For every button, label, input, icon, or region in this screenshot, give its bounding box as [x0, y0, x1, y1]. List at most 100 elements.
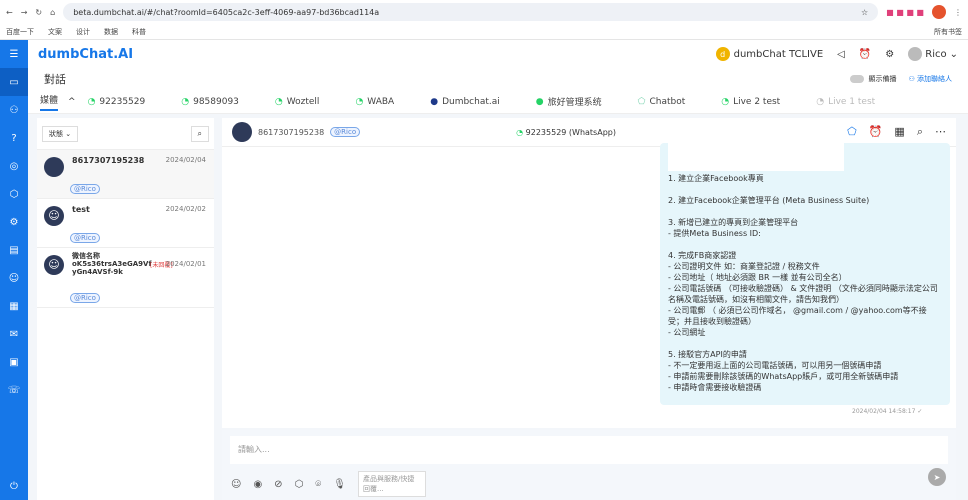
tab-travel-system[interactable]: ● 旅好管理系统 — [536, 95, 602, 109]
address-bar[interactable]: beta.dumbchat.ai/#/chat?roomId=6405ca2c-… — [63, 3, 879, 21]
tab-dumbchat[interactable]: ● Dumbchat.ai — [430, 97, 500, 107]
url-text: beta.dumbchat.ai/#/chat?roomId=6405ca2c-… — [73, 7, 380, 17]
message-input[interactable]: 請輸入... — [230, 436, 948, 464]
tab-media[interactable]: 媒體 — [40, 93, 59, 111]
list-item[interactable]: ☺ 微信名称 oK5s36trsA3eGA9Vf yGn4AVSf-9k [未回… — [37, 248, 214, 308]
contacts-icon[interactable]: ⚇ — [0, 96, 28, 124]
agent-tag: @Rico — [330, 127, 361, 137]
facebook-icon: ● — [430, 96, 439, 107]
tab-92235529[interactable]: ◔ 92235529 — [88, 97, 146, 107]
bookmark[interactable]: 文案 — [48, 27, 62, 37]
collapse-icon[interactable]: ^ — [68, 97, 76, 107]
announcement-icon[interactable]: ◁ — [837, 49, 845, 60]
date: 2024/02/02 — [165, 205, 206, 213]
agent-tag: @Rico — [70, 184, 100, 194]
tab-label: WABA — [367, 96, 395, 107]
mail-icon[interactable]: ✉ — [0, 320, 28, 348]
tab-live-2-test[interactable]: ◔ Live 2 test — [721, 97, 780, 107]
add-contact-button[interactable]: ⚇ 添加聯絡人 — [908, 74, 952, 84]
tab-waba[interactable]: ◔ WABA — [355, 97, 394, 107]
phone-icon[interactable]: ☏ — [0, 376, 28, 404]
tab-label: Live 2 test — [733, 96, 781, 107]
bot-icon: ⬠ — [637, 96, 646, 107]
tab-woztell[interactable]: ◔ Woztell — [275, 97, 320, 107]
message-image[interactable] — [668, 143, 844, 171]
workspace-selector[interactable]: d dumbChat TCLIVE — [715, 47, 824, 61]
toggle-switch[interactable] — [850, 75, 865, 83]
agent-tag: @Rico — [70, 293, 100, 303]
message-icon[interactable]: ◎ — [0, 152, 28, 180]
composer: 請輸入... ☺ ◉ ⊘ ⬡ ⌾ 🎙 產品與服務/快捷回覆... ➤ — [222, 430, 956, 500]
whatsapp-icon: ◔ — [87, 96, 96, 107]
bookmarks-bar: 百度一下 文案 设计 数据 科普 所有书签 — [0, 24, 968, 40]
grid-icon[interactable]: ▦ — [0, 292, 28, 320]
microphone-icon[interactable]: 🎙 — [333, 479, 346, 490]
box-icon[interactable]: ⬡ — [0, 180, 28, 208]
tab-label: 98589093 — [193, 96, 239, 107]
date: 2024/02/01 — [165, 260, 206, 268]
logout-icon[interactable]: ⏻ — [0, 472, 28, 500]
reload-icon[interactable]: ↻ — [35, 8, 42, 17]
help-icon[interactable]: ? — [0, 124, 28, 152]
message-text: 1. 建立企業Facebook專頁 2. 建立Facebook企業管理平台 (M… — [668, 174, 938, 392]
bookmark[interactable]: 科普 — [132, 27, 146, 37]
forward-icon[interactable]: → — [21, 8, 28, 17]
location-icon[interactable]: ⌾ — [315, 479, 321, 490]
quick-reply-icon[interactable]: ◉ — [253, 479, 262, 490]
contact-name: 8617307195238 — [258, 127, 325, 137]
alarm-icon[interactable]: ⏰ — [869, 125, 883, 139]
bot-icon[interactable]: ⬠ — [847, 125, 857, 139]
bookmark[interactable]: 设计 — [76, 27, 90, 37]
tab-chatbot[interactable]: ⬠ Chatbot — [638, 97, 686, 107]
user-icon[interactable]: ☺ — [0, 264, 28, 292]
whatsapp-icon: ◔ — [355, 96, 364, 107]
gear-icon[interactable]: ⚙ — [885, 49, 894, 60]
bookmark[interactable]: 数据 — [104, 27, 118, 37]
page-title: 對話 — [44, 73, 66, 86]
search-button[interactable]: ⌕ — [190, 125, 209, 142]
calendar-icon[interactable]: ▦ — [894, 125, 904, 139]
add-contact-label: 添加聯絡人 — [917, 75, 952, 83]
settings-icon[interactable]: ⚙ — [0, 208, 28, 236]
message-bubble: 1. 建立企業Facebook專頁 2. 建立Facebook企業管理平台 (M… — [660, 143, 950, 405]
tab-live-1-test[interactable]: ◔ Live 1 test — [816, 97, 875, 107]
home-icon[interactable]: ⌂ — [50, 8, 55, 17]
contact-name: test — [72, 205, 90, 214]
search-icon[interactable]: ⌕ — [917, 125, 923, 139]
tab-label: 媒體 — [40, 95, 59, 106]
list-item[interactable]: ☺ test 2024/02/02 @Rico — [37, 199, 214, 248]
bookmark[interactable]: 百度一下 — [6, 27, 34, 37]
channel-text: 92235529 (WhatsApp) — [525, 127, 616, 137]
whatsapp-icon: ◔ — [274, 96, 283, 107]
tab-98589093[interactable]: ◔ 98589093 — [181, 97, 239, 107]
more-icon[interactable]: ⋯ — [935, 125, 946, 139]
attachment-icon[interactable]: ⊘ — [274, 479, 282, 490]
tab-label: Live 1 test — [828, 96, 876, 107]
chat-icon[interactable]: ▭ — [0, 68, 28, 96]
broadcast-icon[interactable]: ▤ — [0, 236, 28, 264]
alarm-icon[interactable]: ⏰ — [859, 49, 871, 60]
channel-tabs: 媒體 ^ ◔ 92235529 ◔ 98589093 ◔ Woztell ◔ WABA … — [28, 90, 968, 114]
date: 2024/02/04 — [165, 156, 206, 164]
tab-label: Dumbchat.ai — [442, 96, 500, 107]
user-menu[interactable]: Rico ⌄ — [908, 47, 958, 61]
extensions-icon[interactable]: ■ ■ ■ ■ — [886, 8, 924, 17]
toggle-label: 顯示備播 — [868, 75, 897, 83]
menu-icon[interactable]: ☰ — [0, 40, 28, 68]
emoji-icon[interactable]: ☺ — [231, 479, 241, 490]
sidebar: ☰ ▭ ⚇? ◎ ⬡ ⚙ ▤ ☺ ▦ ✉ ▣ ☏ ⏻ — [0, 40, 28, 500]
product-icon[interactable]: ⬡ — [295, 479, 304, 490]
back-icon[interactable]: ← — [6, 8, 13, 17]
list-item[interactable]: 8617307195238 2024/02/04 @Rico — [37, 150, 214, 199]
workspace-name: dumbChat TCLIVE — [733, 48, 824, 60]
menu-icon[interactable]: ⋮ — [954, 8, 962, 17]
doc-icon[interactable]: ▣ — [0, 348, 28, 376]
status-filter[interactable]: 狀態 ⌄ — [42, 125, 79, 142]
star-icon[interactable]: ☆ — [861, 8, 868, 17]
all-bookmarks[interactable]: 所有书签 — [934, 27, 962, 37]
quick-search-input[interactable]: 產品與服務/快捷回覆... — [358, 471, 426, 497]
user-icon: ☺ — [44, 255, 64, 275]
send-button[interactable]: ➤ — [928, 468, 946, 486]
profile-avatar[interactable] — [932, 5, 946, 19]
whatsapp-icon: ◔ — [721, 96, 730, 107]
